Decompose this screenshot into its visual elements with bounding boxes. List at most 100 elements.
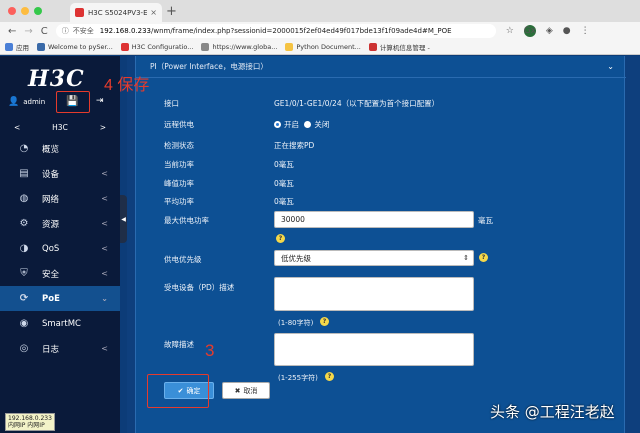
extension-icon[interactable]: Gx — [524, 25, 536, 37]
max-power-label: 最大供电功率 — [164, 216, 209, 225]
url-field[interactable]: ⓘ 不安全 192.168.0.233/wnm/frame/index.php?… — [55, 24, 496, 38]
fault-desc-textarea[interactable] — [274, 333, 474, 366]
sidebar-item-label: 日志 — [42, 344, 60, 355]
h3c-favicon-icon — [75, 8, 84, 17]
help-icon[interactable]: ? — [479, 253, 488, 262]
new-tab-button[interactable]: + — [166, 4, 177, 19]
sidebar-item-poe[interactable]: ⟳ PoE ⌄ — [0, 286, 120, 311]
ip-badge: 192.168.0.233 内网IP 内网IP — [5, 413, 55, 431]
interface-label: 接口 — [164, 99, 179, 108]
max-power-input[interactable]: 30000 — [274, 211, 474, 228]
help-icon[interactable]: ? — [325, 372, 334, 381]
sidebar-item-概览[interactable]: ◔ 概览 — [0, 136, 120, 161]
current-power-label: 当前功率 — [164, 160, 194, 169]
close-window-icon[interactable] — [8, 7, 16, 15]
network-icon: ◍ — [19, 193, 29, 204]
bookmark-item[interactable]: 应用 — [5, 42, 29, 52]
fault-desc-hint: (1-255字符) — [278, 374, 318, 382]
remote-power-on-radio[interactable] — [274, 121, 281, 128]
smartmc-icon: ◉ — [19, 318, 29, 329]
security-icon: ⛨ — [20, 268, 28, 279]
browser-tab[interactable]: H3C S5024PV3-EI-HPWR[PoE] × — [70, 3, 162, 22]
back-arrow-icon[interactable]: ← — [8, 26, 16, 37]
chevron-left-icon: < — [101, 344, 108, 353]
sidebar-item-label: 资源 — [42, 219, 60, 230]
pd-desc-hint: (1-80字符) — [278, 319, 314, 327]
bookmark-label: 应用 — [16, 44, 29, 52]
tab-close-icon[interactable]: × — [150, 8, 157, 17]
nav-prev-icon[interactable]: < — [14, 123, 20, 132]
help-icon[interactable]: ? — [320, 317, 329, 326]
bookmarks-bar: 应用 Welcome to pySer... H3C Configuratio...… — [0, 40, 640, 55]
sidebar-item-label: SmartMC — [42, 318, 81, 329]
bookmark-favicon-icon — [37, 43, 45, 51]
sidebar-item-label: 安全 — [42, 269, 60, 280]
pd-desc-label: 受电设备（PD）描述 — [164, 283, 235, 292]
bookmark-item[interactable]: Python Document... — [285, 43, 361, 51]
insecure-label: 不安全 — [72, 27, 94, 35]
bookmark-favicon-icon — [120, 43, 129, 51]
device-nav-label: H3C — [52, 122, 68, 132]
priority-label: 供电优先级 — [164, 255, 202, 264]
nav-next-icon[interactable]: > — [100, 123, 106, 132]
reload-icon[interactable]: C — [41, 26, 48, 37]
bookmark-favicon-icon — [285, 43, 294, 51]
tab-title: H3C S5024PV3-EI-HPWR[PoE] — [88, 8, 148, 17]
sidebar-item-网络[interactable]: ◍ 网络 < — [0, 186, 120, 211]
sidebar-collapse-handle[interactable]: ◀ — [120, 195, 127, 243]
sidebar-item-label: QoS — [42, 243, 60, 254]
bookmark-item[interactable]: Welcome to pySer... — [37, 43, 113, 51]
bookmark-star-icon[interactable]: ☆ — [506, 26, 514, 36]
logout-icon[interactable]: ⇥ — [96, 96, 104, 106]
remote-power-radios: 开启 关闭 — [274, 119, 329, 130]
browser-tab-bar: H3C S5024PV3-EI-HPWR[PoE] × + — [0, 0, 640, 22]
sidebar-item-qos[interactable]: ◑ QoS < — [0, 236, 120, 261]
interface-value: GE1/0/1-GE1/0/24（以下配置为首个接口配置） — [274, 99, 440, 108]
detect-status-value: 正在搜索PD — [274, 141, 315, 150]
remote-power-off-radio[interactable] — [304, 121, 312, 128]
watermark: 头条 @工程汪老赵 — [490, 403, 615, 421]
device-icon: ▤ — [19, 168, 29, 179]
sidebar-item-日志[interactable]: ◎ 日志 < — [0, 336, 120, 361]
avg-power-value: 0毫瓦 — [274, 197, 294, 206]
peak-power-value: 0毫瓦 — [274, 179, 294, 188]
help-icon[interactable]: ? — [276, 234, 285, 243]
chevron-left-icon: < — [101, 269, 108, 278]
info-icon[interactable]: ⓘ — [62, 26, 69, 36]
chevron-down-icon: ⌄ — [101, 294, 108, 303]
priority-select[interactable]: 低优先级 ⇕ — [274, 250, 474, 266]
sidebar-item-label: 概览 — [42, 144, 60, 155]
bookmark-item[interactable]: H3C Configuratio... — [120, 43, 193, 51]
current-power-value: 0毫瓦 — [274, 160, 294, 169]
priority-selected-value: 低优先级 — [281, 253, 311, 263]
forward-arrow-icon[interactable]: → — [24, 26, 32, 37]
sidebar-item-smartmc[interactable]: ◉ SmartMC — [0, 311, 120, 336]
sidebar-item-资源[interactable]: ⚙ 资源 < — [0, 211, 120, 236]
chevron-down-icon[interactable]: ⌄ — [607, 62, 614, 71]
pd-desc-textarea[interactable] — [274, 277, 474, 311]
sidebar-item-安全[interactable]: ⛨ 安全 < — [0, 261, 120, 286]
maximize-window-icon[interactable] — [34, 7, 42, 15]
sidebar-item-label: PoE — [42, 293, 60, 304]
h3c-logo: H3C — [28, 66, 85, 92]
remote-power-off-label: 关闭 — [314, 120, 330, 129]
profile-icon[interactable]: ● — [563, 26, 571, 36]
menu-dots-icon[interactable]: ⋮ — [581, 26, 590, 36]
username: admin — [23, 98, 46, 106]
bookmark-label: Welcome to pySer... — [48, 43, 113, 51]
device-nav-row: < H3C > — [0, 120, 120, 134]
shield-extension-icon[interactable]: ◈ — [546, 26, 553, 36]
minimize-window-icon[interactable] — [21, 7, 29, 15]
sidebar-item-label: 网络 — [42, 194, 60, 205]
bookmark-favicon-icon — [201, 43, 210, 51]
bookmark-item[interactable]: 计算机信息管理 - — [368, 42, 430, 52]
bookmark-item[interactable]: https://www.globa... — [201, 43, 277, 51]
cancel-button-label: 取消 — [243, 386, 258, 395]
remote-power-on-label: 开启 — [284, 120, 299, 129]
panel-header[interactable]: PI（Power Interface，电源接口） ⌄ — [136, 56, 626, 78]
save-highlight-box — [56, 91, 90, 113]
sidebar-item-设备[interactable]: ▤ 设备 < — [0, 161, 120, 186]
user-icon: 👤 — [8, 97, 20, 107]
step3-annotation: 3 — [205, 341, 215, 360]
cancel-button[interactable]: ✖ 取消 — [222, 382, 270, 399]
